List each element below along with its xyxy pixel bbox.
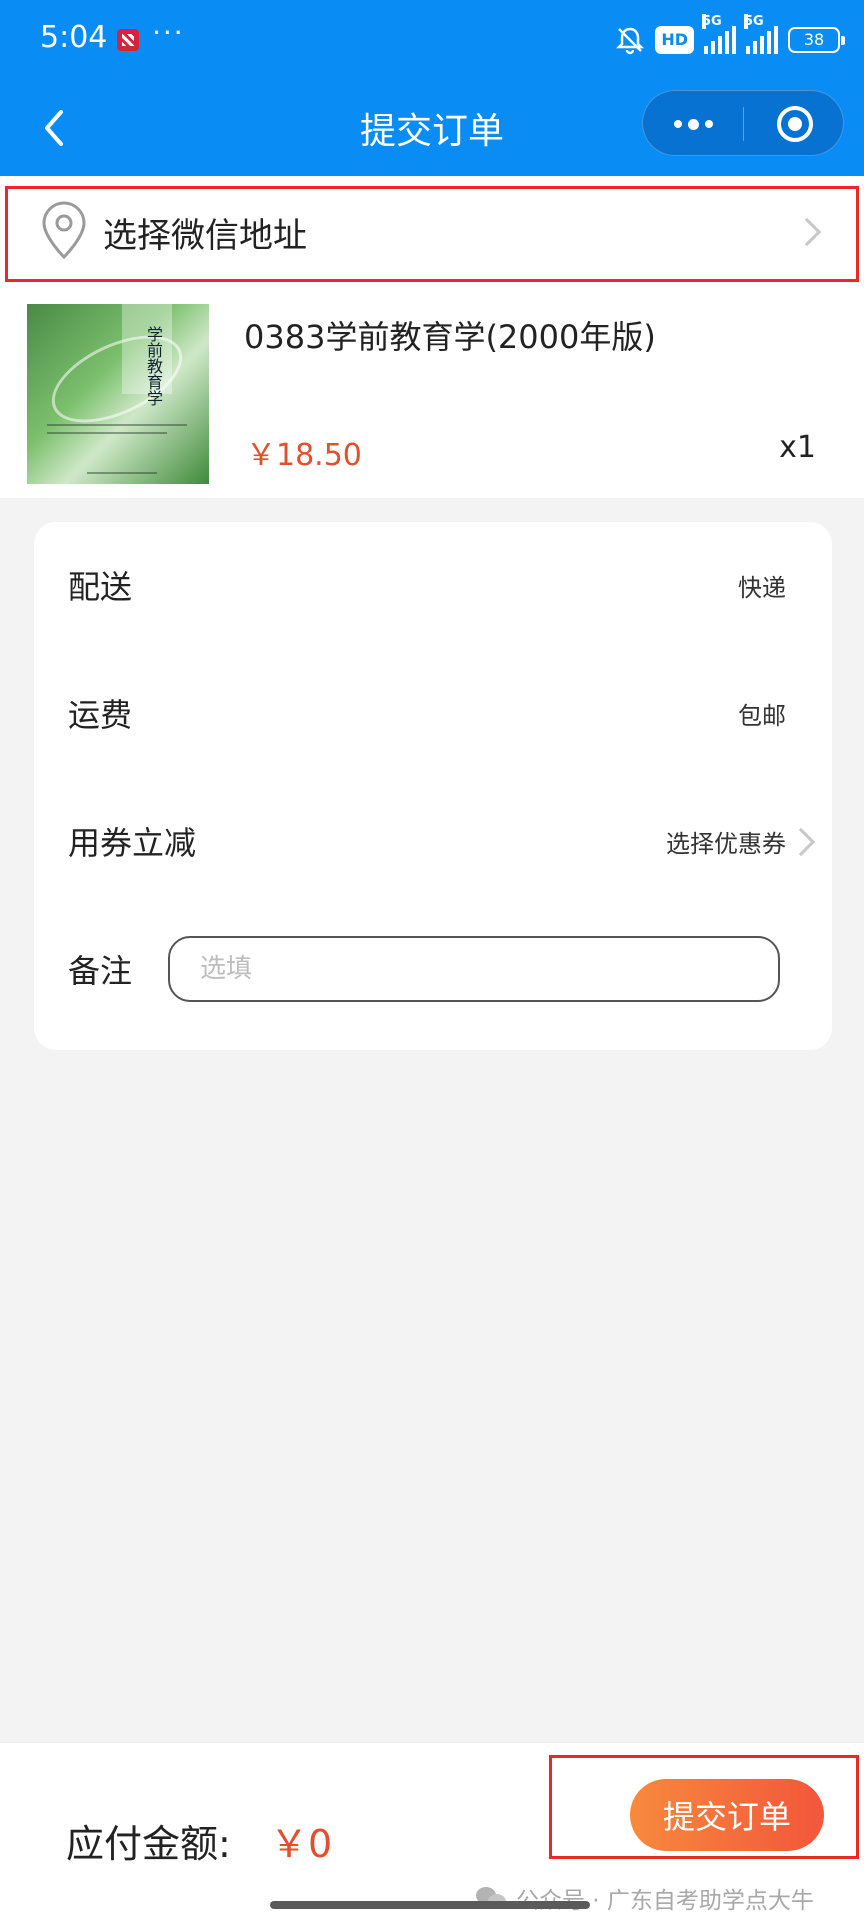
order-details-card: 配送 快递 运费 包邮 用券立减 选择优惠券 备注 (34, 522, 832, 1050)
more-notifications-icon: ··· (152, 16, 185, 49)
watermark-text: 公众号 · 广东自考助学点大牛 (516, 1888, 814, 1914)
select-coupon-value: 选择优惠券 (666, 830, 786, 858)
remark-label: 备注 (68, 952, 133, 990)
submit-order-button[interactable]: 提交订单 (630, 1779, 824, 1851)
battery-level: 38 (803, 30, 825, 49)
coupon-row[interactable]: 用券立减 选择优惠券 (34, 778, 832, 906)
network-type-label: 5G (702, 14, 722, 29)
location-pin-icon (42, 201, 86, 260)
chevron-right-icon (792, 217, 822, 247)
hd-volte-icon: HD (655, 26, 694, 54)
address-label: 选择微信地址 (103, 216, 307, 256)
app-notification-icon (117, 29, 139, 51)
target-icon (776, 106, 813, 142)
nav-bar: 提交订单 (0, 80, 864, 176)
coupon-label: 用券立减 (68, 824, 197, 862)
book-cover-title: 学前教育学 (144, 326, 163, 406)
signal-icon: 5G (744, 14, 778, 54)
signal-icon: 5G (702, 14, 736, 54)
remark-row: 备注 (34, 906, 832, 1034)
bottom-bar: 应付金额: ￥0 提交订单 公众号 · 广东自考助学点大牛 (0, 1742, 864, 1920)
status-time: 5:04 (40, 20, 108, 55)
miniprogram-capsule (642, 90, 844, 156)
status-icons: HD 5G 5G 38 (615, 14, 845, 58)
product-title: 0383学前教育学(2000年版) (244, 318, 656, 356)
shipping-row: 运费 包邮 (34, 650, 832, 778)
product-price: ￥18.50 (246, 438, 362, 473)
product-item: 学前教育学 0383学前教育学(2000年版) ￥18.50 x1 (0, 288, 864, 498)
delivery-value: 快递 (738, 574, 786, 602)
delivery-row: 配送 快递 (34, 522, 832, 650)
shipping-label: 运费 (68, 696, 133, 734)
more-button[interactable] (643, 91, 743, 157)
home-indicator[interactable] (270, 1901, 590, 1909)
status-bar: 5:04 ··· HD 5G 5G 38 (0, 0, 864, 80)
bell-muted-icon (616, 27, 645, 55)
address-selector[interactable]: 选择微信地址 (0, 176, 864, 288)
delivery-label: 配送 (68, 568, 133, 606)
amount-due-value: ￥0 (270, 1822, 333, 1866)
product-quantity: x1 (779, 430, 816, 465)
battery-icon: 38 (788, 27, 845, 53)
remark-input[interactable] (168, 936, 780, 1002)
amount-due-label: 应付金额: (66, 1822, 231, 1866)
network-type-label: 5G (744, 14, 764, 29)
close-miniprogram-button[interactable] (744, 91, 845, 157)
chevron-right-icon (786, 827, 816, 857)
watermark: 公众号 · 广东自考助学点大牛 (476, 1881, 814, 1915)
book-cover-image: 学前教育学 (27, 304, 209, 484)
shipping-value: 包邮 (738, 702, 786, 730)
